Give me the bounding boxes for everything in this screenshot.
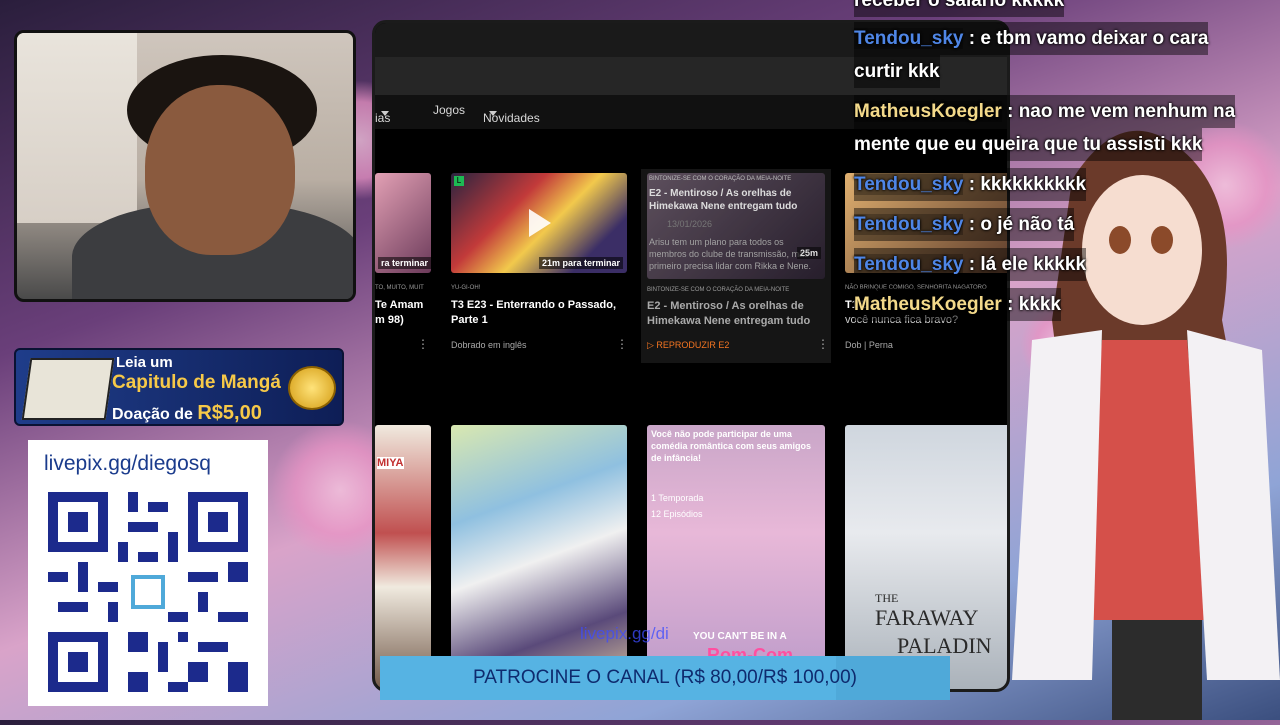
episode-thumbnail: L 21m para terminar bbox=[451, 173, 627, 273]
provider-badge-icon: L bbox=[454, 176, 464, 186]
hover-description: Arisu tem um plano para todos os bbox=[649, 237, 784, 247]
hover-episode-title: E2 - Mentiroso / As orelhas de bbox=[649, 188, 792, 199]
more-options-icon[interactable]: ⋮ bbox=[817, 337, 829, 351]
chevron-down-icon bbox=[381, 111, 389, 116]
chat-text: mente que eu queira que tu assisti kkk bbox=[854, 134, 1203, 155]
series-label: TO, MUITO, MUIT bbox=[375, 285, 424, 291]
play-icon: ▷ bbox=[647, 340, 657, 350]
more-options-icon[interactable]: ⋮ bbox=[616, 337, 627, 351]
manga-book-icon bbox=[21, 358, 115, 420]
manga-line2: Capitulo de Mangá bbox=[112, 372, 281, 393]
audio-info: Dob | Perna bbox=[845, 340, 893, 350]
episode-thumbnail: BINTONIZE-SE COM O CORAÇÃO DA MEIA-NOITE… bbox=[647, 173, 825, 279]
donation-url: livepix.gg/diegosq bbox=[44, 452, 211, 475]
poster-description: Você não pode participar de uma bbox=[651, 429, 792, 439]
time-remaining: ra terminar bbox=[377, 257, 431, 269]
series-poster[interactable]: MIYA bbox=[375, 425, 431, 689]
chat-text: : lá ele kkkkk bbox=[968, 254, 1087, 275]
play-episode-link[interactable]: ▷ REPRODUZIR E2 bbox=[647, 340, 729, 351]
streamer-face bbox=[145, 85, 295, 255]
chat-message: Tendou_sky : lá ele kkkkk bbox=[854, 248, 1087, 281]
bookshelf bbox=[17, 33, 137, 223]
chat-text: curtir kkk bbox=[854, 61, 940, 82]
poster-logo-line2: FARAWAY bbox=[875, 605, 979, 630]
episode-card[interactable]: ra terminar TO, MUITO, MUIT Te Amam m 98… bbox=[375, 173, 431, 363]
coins-icon bbox=[288, 366, 336, 410]
poster-description-line2: comédia romântica com seus amigos bbox=[651, 441, 812, 451]
season-count: 1 Temporada bbox=[651, 493, 704, 503]
hover-episode-title-line2: Himekawa Nene entregam tudo bbox=[649, 201, 798, 212]
poster-logo-line1: THE bbox=[875, 591, 899, 605]
sponsor-goal-text: PATROCINE O CANAL (R$ 80,00/R$ 100,00) bbox=[472, 667, 858, 688]
sponsor-goal-banner: PATROCINE O CANAL (R$ 80,00/R$ 100,00) bbox=[380, 656, 950, 700]
more-options-icon[interactable]: ⋮ bbox=[417, 337, 429, 351]
series-poster-faraway-paladin[interactable]: THE FARAWAY PALADIN bbox=[845, 425, 1007, 689]
chat-username: Tendou_sky bbox=[854, 214, 964, 235]
chat-message: Tendou_sky : kkkkkkkkkk bbox=[854, 168, 1087, 201]
chat-message: MatheusKoegler : kkkk bbox=[854, 288, 1061, 321]
manga-donation-panel: Leia um Capitulo de Mangá Doação de R$5,… bbox=[14, 348, 344, 426]
series-poster-hovered[interactable]: Você não pode participar de uma comédia … bbox=[647, 425, 825, 689]
episode-title-line2: Himekawa Nene entregam tudo bbox=[647, 315, 811, 327]
manga-donation-prefix: Doação de bbox=[112, 406, 198, 423]
chat-text: : e tbm vamo deixar o cara bbox=[968, 28, 1209, 49]
chat-username: MatheusKoegler bbox=[854, 294, 1002, 315]
nav-item-jogos[interactable]: Jogos bbox=[433, 103, 465, 117]
stream-chat: receber o salário kkkkk Tendou_sky : e t… bbox=[848, 0, 1280, 330]
hover-description-line2: membros do clube de transmissão, mas bbox=[649, 249, 809, 259]
episode-title: Te Amam bbox=[375, 299, 424, 311]
episode-card-hovered[interactable]: BINTONIZE-SE COM O CORAÇÃO DA MEIA-NOITE… bbox=[641, 169, 831, 363]
series-label: YU-GI-OH! bbox=[451, 285, 481, 291]
chat-message: MatheusKoegler : nao me vem nenhum na bbox=[854, 95, 1236, 128]
audio-info: Dobrado em inglês bbox=[451, 340, 527, 350]
chat-text: : kkkk bbox=[1007, 294, 1061, 315]
episode-title: T3 E23 - Enterrando o Passado, bbox=[451, 299, 617, 311]
manga-line3: Doação de R$5,00 bbox=[112, 402, 262, 425]
chat-message: Tendou_sky : o jé não tá bbox=[854, 208, 1075, 241]
hover-series-label: BINTONIZE-SE COM O CORAÇÃO DA MEIA-NOITE bbox=[649, 176, 792, 182]
chat-message-continued: curtir kkk bbox=[854, 55, 940, 88]
chat-message-continued: mente que eu queira que tu assisti kkk bbox=[854, 128, 1203, 161]
episode-duration: 25m bbox=[796, 247, 821, 259]
donation-qr-panel: livepix.gg/diegosq bbox=[28, 440, 268, 706]
chat-message: receber o salário kkkkk bbox=[854, 0, 1065, 17]
episode-title-line2: m 98) bbox=[375, 314, 404, 326]
chat-message: Tendou_sky : e tbm vamo deixar o cara bbox=[854, 22, 1209, 55]
episode-thumbnail: ra terminar bbox=[375, 173, 431, 273]
poster-logo-line1: YOU CAN'T BE IN A bbox=[693, 631, 787, 642]
episode-title-line2: Parte 1 bbox=[451, 314, 488, 326]
chevron-down-icon bbox=[489, 111, 497, 116]
chat-username: MatheusKoegler bbox=[854, 101, 1002, 122]
series-poster-rezero[interactable] bbox=[451, 425, 627, 689]
episode-title: E2 - Mentiroso / As orelhas de bbox=[647, 300, 804, 312]
hover-date: 13/01/2026 bbox=[667, 219, 713, 229]
poster-description-line3: de infância! bbox=[651, 453, 702, 463]
hover-description-line3: primeiro precisa lidar com Rikka e Nene. bbox=[649, 261, 812, 271]
webcam-feed bbox=[14, 30, 356, 302]
chat-username: Tendou_sky bbox=[854, 174, 964, 195]
episode-card[interactable]: L 21m para terminar YU-GI-OH! T3 E23 - E… bbox=[451, 173, 627, 363]
episode-count: 12 Episódios bbox=[651, 509, 703, 519]
chat-text: : nao me vem nenhum na bbox=[1007, 101, 1236, 122]
play-episode-label: REPRODUZIR E2 bbox=[656, 340, 730, 350]
time-remaining: 21m para terminar bbox=[538, 257, 623, 269]
chat-username: Tendou_sky bbox=[854, 28, 964, 49]
overlay-donation-url: livepix.gg/di bbox=[580, 624, 669, 643]
poster-title-partial: MIYA bbox=[377, 457, 404, 469]
manga-donation-amount: R$5,00 bbox=[197, 402, 262, 424]
chat-text: receber o salário kkkkk bbox=[854, 0, 1065, 11]
qr-code bbox=[48, 492, 248, 692]
series-label: BINTONIZE-SE COM O CORAÇÃO DA MEIA-NOITE bbox=[647, 287, 790, 293]
chat-username: Tendou_sky bbox=[854, 254, 964, 275]
manga-line1: Leia um bbox=[116, 354, 173, 371]
chat-text: : o jé não tá bbox=[968, 214, 1075, 235]
chat-text: : kkkkkkkkkk bbox=[968, 174, 1087, 195]
play-icon bbox=[529, 209, 551, 237]
